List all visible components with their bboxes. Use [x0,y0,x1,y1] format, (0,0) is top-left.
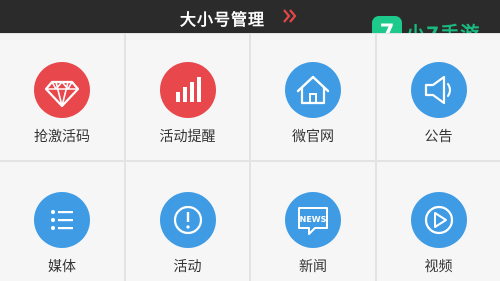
diamond-icon [44,80,80,108]
grid-item-media[interactable]: 媒体 [0,162,124,281]
grid-item-label: 活动 [173,259,202,275]
grid-item-micro-site[interactable]: 微官网 [251,34,375,160]
list-icon [51,210,73,230]
grid-item-label: 视频 [424,259,453,275]
grid-item-label: 活动提醒 [159,129,216,145]
grid-item-announcement[interactable]: 公告 [377,34,500,160]
grid-item-activation-code[interactable]: 抢激活码 [0,34,124,160]
grid-item-events[interactable]: 活动 [126,162,249,281]
grid-item-video[interactable]: 视频 [377,162,500,281]
grid-item-label: 新闻 [299,259,327,275]
grid-item-label: 微官网 [292,129,334,145]
double-chevron-right-icon[interactable] [283,6,297,26]
account-management-title[interactable]: 大小号管理 [180,6,265,30]
svg-text:NEWS: NEWS [300,215,327,224]
grid-item-news[interactable]: NEWS 新闻 [251,162,375,281]
home-icon [296,75,330,105]
grid-item-label: 媒体 [48,259,76,275]
grid-item-label: 公告 [424,129,453,145]
bar-chart-icon [175,77,201,102]
play-icon [424,205,453,235]
speaker-icon [424,75,451,105]
news-icon: NEWS [298,207,328,235]
grid-item-label: 抢激活码 [34,129,90,145]
alert-icon [173,205,202,235]
grid-item-event-reminder[interactable]: 活动提醒 [126,34,249,160]
function-grid: 抢激活码 活动提醒 微官网 公告 媒体 活动 NEWS 新闻 视频 [0,33,500,281]
